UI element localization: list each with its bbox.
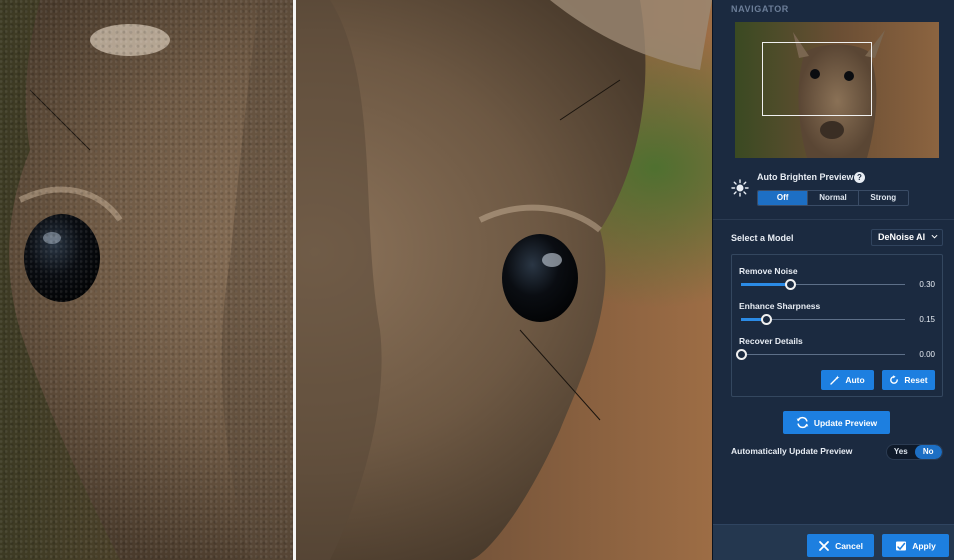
cancel-button[interactable]: Cancel — [807, 534, 874, 557]
auto-button[interactable]: Auto — [821, 370, 874, 390]
remove-noise-label: Remove Noise — [739, 266, 798, 276]
section-divider — [713, 219, 954, 220]
remove-noise-slider[interactable] — [741, 279, 905, 290]
select-model-label: Select a Model — [731, 233, 794, 243]
brighten-off-option[interactable]: Off — [758, 191, 809, 205]
model-dropdown-value: DeNoise AI — [878, 232, 926, 242]
brighten-strong-option[interactable]: Strong — [859, 191, 908, 205]
navigator-view-rectangle[interactable] — [762, 42, 872, 116]
chevron-down-icon — [931, 234, 938, 239]
deer-photo-processed — [296, 0, 712, 560]
auto-button-label: Auto — [845, 375, 865, 385]
brighten-normal-option[interactable]: Normal — [808, 191, 859, 205]
original-preview[interactable] — [0, 0, 294, 560]
recover-details-label: Recover Details — [739, 336, 803, 346]
split-divider-handle[interactable] — [293, 0, 296, 560]
noise-texture — [0, 0, 294, 560]
image-preview[interactable] — [0, 0, 712, 560]
navigator-thumbnail[interactable] — [735, 22, 939, 158]
sun-icon — [731, 179, 749, 197]
reset-button-label: Reset — [904, 375, 928, 385]
auto-brighten-label: Auto Brighten Preview — [757, 172, 854, 182]
brighten-segmented-control: Off Normal Strong — [757, 190, 909, 206]
refresh-icon — [796, 416, 809, 429]
update-preview-label: Update Preview — [813, 417, 878, 428]
model-dropdown[interactable]: DeNoise AI — [871, 229, 943, 246]
apply-image-icon — [896, 541, 907, 550]
auto-update-toggle: Yes No — [886, 444, 943, 460]
enhance-sharpness-slider[interactable] — [741, 314, 905, 325]
enhance-sharpness-handle[interactable] — [760, 314, 772, 325]
enhance-sharpness-label: Enhance Sharpness — [739, 301, 821, 311]
reset-icon — [890, 375, 899, 384]
cancel-button-label: Cancel — [835, 540, 863, 551]
help-icon[interactable]: ? — [854, 172, 865, 183]
app-window: NAVIGATOR Auto Brighten Preview ? Off No… — [0, 0, 954, 560]
panel-footer: Cancel Apply — [713, 524, 954, 560]
enhance-sharpness-value: 0.15 — [919, 315, 935, 324]
remove-noise-value: 0.30 — [919, 280, 935, 289]
recover-details-value: 0.00 — [919, 350, 935, 359]
recover-details-slider[interactable] — [736, 349, 905, 360]
auto-update-yes-option[interactable]: Yes — [887, 445, 915, 459]
auto-update-no-option[interactable]: No — [914, 445, 942, 459]
processed-preview[interactable] — [296, 0, 712, 560]
update-preview-button[interactable]: Update Preview — [783, 411, 890, 434]
remove-noise-handle[interactable] — [785, 279, 797, 290]
apply-button[interactable]: Apply — [882, 534, 949, 557]
magic-wand-icon — [830, 375, 840, 385]
navigator-title: NAVIGATOR — [731, 4, 789, 14]
side-panel: NAVIGATOR Auto Brighten Preview ? Off No… — [712, 0, 954, 560]
close-icon — [819, 540, 829, 551]
apply-button-label: Apply — [912, 540, 936, 551]
remove-noise-fill — [741, 283, 791, 286]
recover-details-handle[interactable] — [736, 349, 747, 360]
reset-button[interactable]: Reset — [882, 370, 935, 390]
model-settings-box: Remove Noise 0.30 Enhance Sharpness 0.15… — [731, 254, 943, 397]
auto-update-preview-label: Automatically Update Preview — [731, 446, 853, 456]
